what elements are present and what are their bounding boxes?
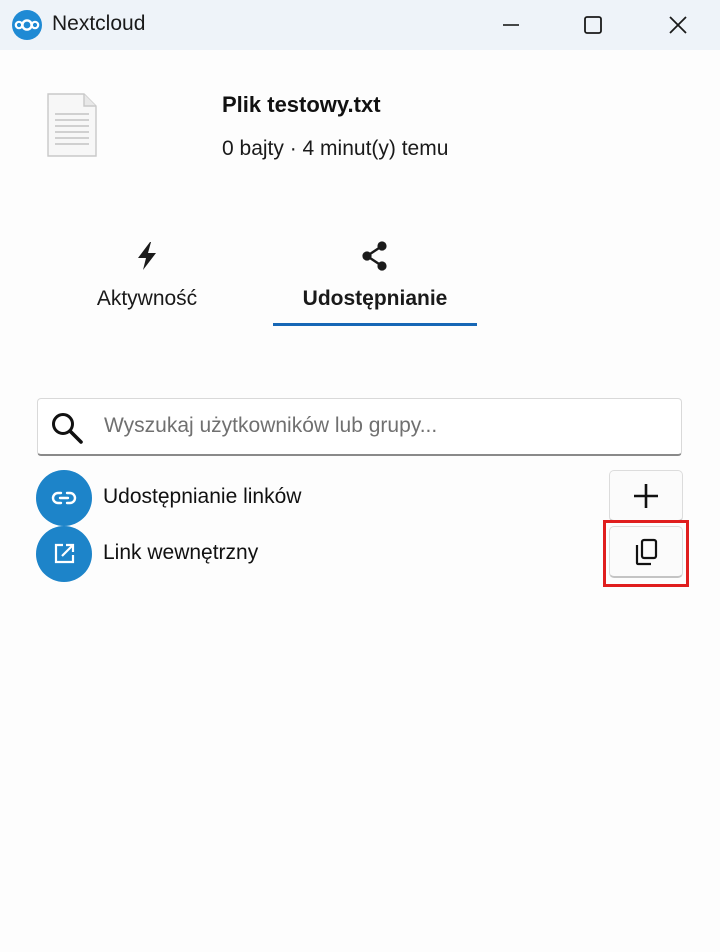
maximize-button[interactable] <box>558 0 628 50</box>
tab-sharing-label: Udostępnianie <box>302 287 448 310</box>
share-row-label: Udostępnianie linków <box>103 485 302 508</box>
link-icon <box>51 491 77 505</box>
title-bar: Nextcloud <box>0 0 720 50</box>
window-title: Nextcloud <box>52 12 146 35</box>
search-input[interactable] <box>104 407 664 445</box>
close-button[interactable] <box>643 0 713 50</box>
internal-link-avatar <box>36 526 92 582</box>
share-icon <box>362 241 387 271</box>
share-row-label: Link wewnętrzny <box>103 541 259 564</box>
nextcloud-logo-icon <box>12 10 42 40</box>
share-row-internal-link: Link wewnętrzny <box>36 526 686 582</box>
file-name: Plik testowy.txt <box>222 92 381 117</box>
share-row-link-sharing: Udostępnianie linków <box>36 470 686 526</box>
link-avatar <box>36 470 92 526</box>
minimize-icon <box>503 24 519 26</box>
copy-internal-link-button[interactable] <box>609 526 683 578</box>
active-tab-indicator <box>273 323 477 326</box>
tab-activity[interactable]: Aktywność <box>74 230 220 326</box>
maximize-icon <box>584 16 602 34</box>
close-icon <box>669 16 687 34</box>
search-icon <box>52 413 83 444</box>
tab-activity-label: Aktywność <box>96 287 198 310</box>
text-file-icon <box>47 93 97 157</box>
search-box[interactable] <box>37 398 682 456</box>
copy-icon <box>635 538 658 565</box>
tab-sharing[interactable]: Udostępnianie <box>273 230 477 326</box>
file-meta: 0 bajty · 4 minut(y) temu <box>222 137 449 160</box>
minimize-button[interactable] <box>476 0 546 50</box>
external-link-icon <box>54 543 75 564</box>
lightning-icon <box>138 242 156 270</box>
plus-icon <box>634 483 658 508</box>
add-share-link-button[interactable] <box>609 470 683 522</box>
